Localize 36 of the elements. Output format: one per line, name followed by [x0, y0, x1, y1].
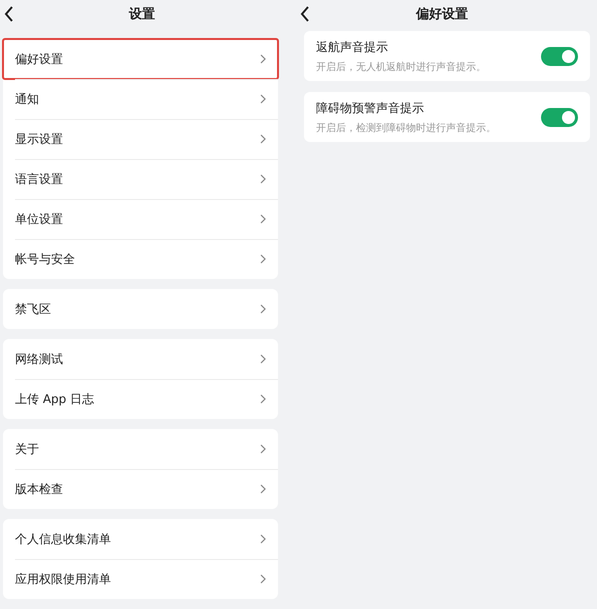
chevron-right-icon [260, 214, 266, 224]
chevron-right-icon [260, 134, 266, 144]
settings-item[interactable]: 禁飞区 [3, 289, 278, 329]
page-title: 偏好设置 [416, 6, 468, 23]
preference-title: 返航声音提示 [316, 38, 389, 56]
chevron-right-icon [260, 354, 266, 364]
back-icon[interactable] [4, 6, 14, 22]
chevron-right-icon [260, 484, 266, 494]
settings-item[interactable]: 版本检查 [3, 469, 278, 509]
settings-item[interactable]: 偏好设置 [3, 39, 278, 79]
settings-item[interactable]: 网络测试 [3, 339, 278, 379]
settings-item[interactable]: 单位设置 [3, 199, 278, 239]
settings-item[interactable]: 关于 [3, 429, 278, 469]
preference-title: 障碍物预警声音提示 [316, 100, 425, 116]
toggle-switch[interactable] [541, 46, 578, 66]
chevron-right-icon [260, 54, 266, 64]
settings-item[interactable]: 通知 [3, 79, 278, 119]
settings-item[interactable]: 显示设置 [3, 119, 278, 159]
page-title: 设置 [129, 6, 155, 23]
back-icon[interactable] [300, 6, 310, 22]
chevron-right-icon [260, 94, 266, 104]
settings-item[interactable]: 个人信息收集清单 [3, 519, 278, 559]
preference-description: 开启后，无人机返航时进行声音提示。 [316, 60, 486, 74]
chevron-right-icon [260, 574, 266, 584]
settings-item[interactable]: 帐号与安全 [3, 239, 278, 279]
settings-item[interactable]: 上传 App 日志 [3, 379, 278, 419]
chevron-right-icon [260, 174, 266, 184]
chevron-right-icon [260, 254, 266, 264]
preference-description: 开启后，检测到障碍物时进行声音提示。 [316, 122, 496, 134]
settings-item[interactable]: 语言设置 [3, 159, 278, 199]
chevron-right-icon [260, 534, 266, 544]
chevron-right-icon [260, 444, 266, 454]
chevron-right-icon [260, 304, 266, 314]
toggle-switch[interactable] [541, 108, 578, 126]
settings-item[interactable]: 应用权限使用清单 [3, 559, 278, 599]
chevron-right-icon [260, 394, 266, 404]
